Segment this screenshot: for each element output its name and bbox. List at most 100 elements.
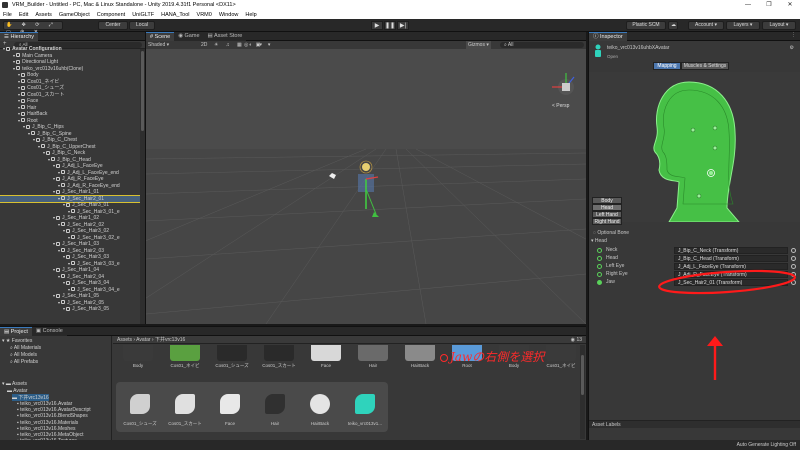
inspector-menu-icon[interactable]: ⋮ [791,32,796,38]
menu-window[interactable]: Window [219,12,239,18]
tree-item[interactable]: ▪ teiko_vrc013v16.Materials [17,420,78,426]
hierarchy-row[interactable]: ▾ J_Bip_C_Spine [0,131,140,137]
jaw-bone-dot[interactable] [712,145,718,151]
bone-transform-field[interactable]: J_Bip_C_Neck (Transform) [674,246,788,254]
hierarchy-row[interactable]: ▾ Cos01_ネイビ [0,79,140,85]
body-view-button[interactable]: Body [592,197,622,204]
asset-tile[interactable]: teiko_vrc013v1... [344,389,386,426]
hierarchy-row[interactable]: ▾ Directional Light [0,59,140,65]
scene-viewport[interactable]: < Persp [146,49,586,324]
hierarchy-row[interactable]: ▾ J_Bip_C_UpperChest [0,144,140,150]
tab-inspector[interactable]: ⓘ Inspector [589,31,627,41]
asset-labels-bar[interactable]: Asset Labels [589,420,800,428]
asset-tile[interactable]: Cos01_スカート [164,389,206,427]
neck-bone-dot[interactable] [696,193,702,199]
layers-dropdown[interactable]: Layers ▾ [726,21,760,30]
tab-project[interactable]: ▤ Project [0,326,32,336]
pivot-local-toggle[interactable]: Local [129,21,155,30]
hierarchy-row[interactable]: ▾ Body [0,72,140,78]
hierarchy-row[interactable]: ▾ J_Bip_C_Head [0,157,140,163]
asset-tile[interactable]: Hair [352,345,394,368]
tab-asset-store[interactable]: ▤ Asset Store [203,32,247,41]
hierarchy-row[interactable]: ▾ Avatar Configuration [0,46,140,52]
asset-tile[interactable]: HairBack [399,345,441,368]
scene-extra-icons[interactable]: ◎ ▣ ▾ [244,41,273,49]
menu-file[interactable]: File [3,12,12,18]
project-scroll-thumb[interactable] [581,355,584,395]
head-section-header[interactable]: ▾ Head [591,238,607,244]
breadcrumb-path[interactable]: Assets › Avatar › 下井vrc13v16 [117,337,185,343]
asset-tile[interactable]: Hair [254,389,296,426]
transform-tools[interactable]: ✋ ✥ ⟳ ⤢ ▭ ⊕ ✕ [3,21,63,35]
left-hand-view-button[interactable]: Left Hand [592,211,622,218]
tree-item[interactable]: ⌕ All Materials [10,345,41,351]
cloud-icon[interactable]: ☁ [668,21,678,30]
hierarchy-row[interactable]: ▾ J_Sec_Hair3_01_e [0,209,140,215]
tab-console[interactable]: ▣ Console [31,326,67,336]
hierarchy-row[interactable]: ▾ J_Sec_Hair1_01 [0,189,140,195]
hierarchy-row[interactable]: ▾ J_Sec_Hair3_02 [0,228,140,234]
asset-tile[interactable]: Cos01_スカート [258,345,300,369]
hierarchy-row[interactable]: ▾ Face [0,98,140,104]
plastic-scm-button[interactable]: Plastic SCM [626,21,666,30]
inspector-open-label[interactable]: Open [607,54,618,59]
inspector-settings-icon[interactable]: ⚙ [790,45,794,51]
hierarchy-row[interactable]: ▾ Main Camera [0,53,140,59]
2d-toggle[interactable]: 2D [201,41,207,49]
tree-favorites[interactable]: ▾ ★ Favorites [2,338,32,344]
menu-gameobject[interactable]: GameObject [59,12,90,18]
hierarchy-row[interactable]: ▾ J_Sec_Hair3_02_e [0,235,140,241]
hierarchy-row[interactable]: ▾ J_Sec_Hair2_05 [0,300,140,306]
asset-tile[interactable]: Cos01_ネイビ [164,345,206,369]
menu-hana-tool[interactable]: HANA_Tool [161,12,189,18]
pause-button[interactable]: ❚❚ [384,21,396,30]
asset-tile[interactable]: Body [117,345,159,368]
muscles-settings-tab[interactable]: Muscles & Settings [681,62,729,70]
hierarchy-row[interactable]: ▾ J_Sec_Hair1_05 [0,293,140,299]
hierarchy-row[interactable]: ▾ J_Sec_Hair1_02 [0,215,140,221]
object-picker-icon[interactable] [791,247,796,253]
maximize-button[interactable]: ❐ [759,0,779,10]
pivot-center-toggle[interactable]: Center [98,21,128,30]
hierarchy-row[interactable]: ▾ J_Sec_Hair3_04_e [0,287,140,293]
close-button[interactable]: ✕ [780,0,800,10]
hierarchy-row[interactable]: ▾ teiko_vrc013v16uhb(Clone) [0,66,140,72]
tree-item[interactable]: ⌕ All Prefabs [10,359,38,365]
step-button[interactable]: ▶| [397,21,409,30]
mapping-tab[interactable]: Mapping [653,62,681,70]
hierarchy-row[interactable]: ▾ J_Sec_Hair2_04 [0,274,140,280]
scene-search-input[interactable]: ⌕ All [500,42,584,48]
asset-tile[interactable]: HairBack [299,389,341,426]
hierarchy-row[interactable]: ▾ J_Sec_Hair2_02 [0,222,140,228]
object-picker-icon[interactable] [791,255,796,261]
hierarchy-row[interactable]: ▾ Root [0,118,140,124]
hierarchy-row[interactable]: ▾ J_Sec_Hair2_01 [0,194,141,203]
asset-tile[interactable]: Cos01_シューズ [119,389,161,427]
hierarchy-row[interactable]: ▾ J_Bip_C_Neck [0,150,140,156]
hierarchy-row[interactable]: ▾ J_Sec_Hair3_03_e [0,261,140,267]
tree-assets[interactable]: ▾ ▬ Assets [2,381,27,387]
hierarchy-row[interactable]: ▾ J_Adj_L_FaceEye_end [0,170,140,176]
head-view-button[interactable]: Head [592,204,622,211]
hierarchy-scrollbar[interactable] [140,49,145,324]
hierarchy-row[interactable]: ▾ Cos01_スカート [0,92,140,98]
hierarchy-row[interactable]: ▾ J_Sec_Hair3_05 [0,306,140,312]
menu-assets[interactable]: Assets [35,12,52,18]
hierarchy-row[interactable]: ▾ J_Sec_Hair3_04 [0,280,140,286]
menu-vrm0[interactable]: VRM0 [197,12,212,18]
hierarchy-row[interactable]: ▾ J_Adj_L_FaceEye [0,163,140,169]
persp-label[interactable]: < Persp [552,103,570,109]
hierarchy-scroll-thumb[interactable] [141,51,144,131]
tree-item[interactable]: ▪ teiko_vrc013v16.AvatarDescript [17,407,91,413]
project-scrollbar[interactable] [580,345,585,439]
menu-unigltf[interactable]: UniGLTF [132,12,154,18]
menu-edit[interactable]: Edit [19,12,28,18]
hierarchy-row[interactable]: ▾ J_Sec_Hair3_01 [0,202,140,208]
hierarchy-row[interactable]: ▾ J_Adj_R_FaceEye_end [0,183,140,189]
shading-dropdown[interactable]: Shaded ▾ [148,41,169,49]
hierarchy-row[interactable]: ▾ Hair [0,105,140,111]
hierarchy-row[interactable]: ▾ J_Bip_C_Hips [0,124,140,130]
minimize-button[interactable]: — [738,0,758,10]
tree-item[interactable]: ▪ teiko_vrc013v16.MetaObject [17,432,84,438]
hierarchy-row[interactable]: ▾ J_Adj_R_FaceEye [0,176,140,182]
